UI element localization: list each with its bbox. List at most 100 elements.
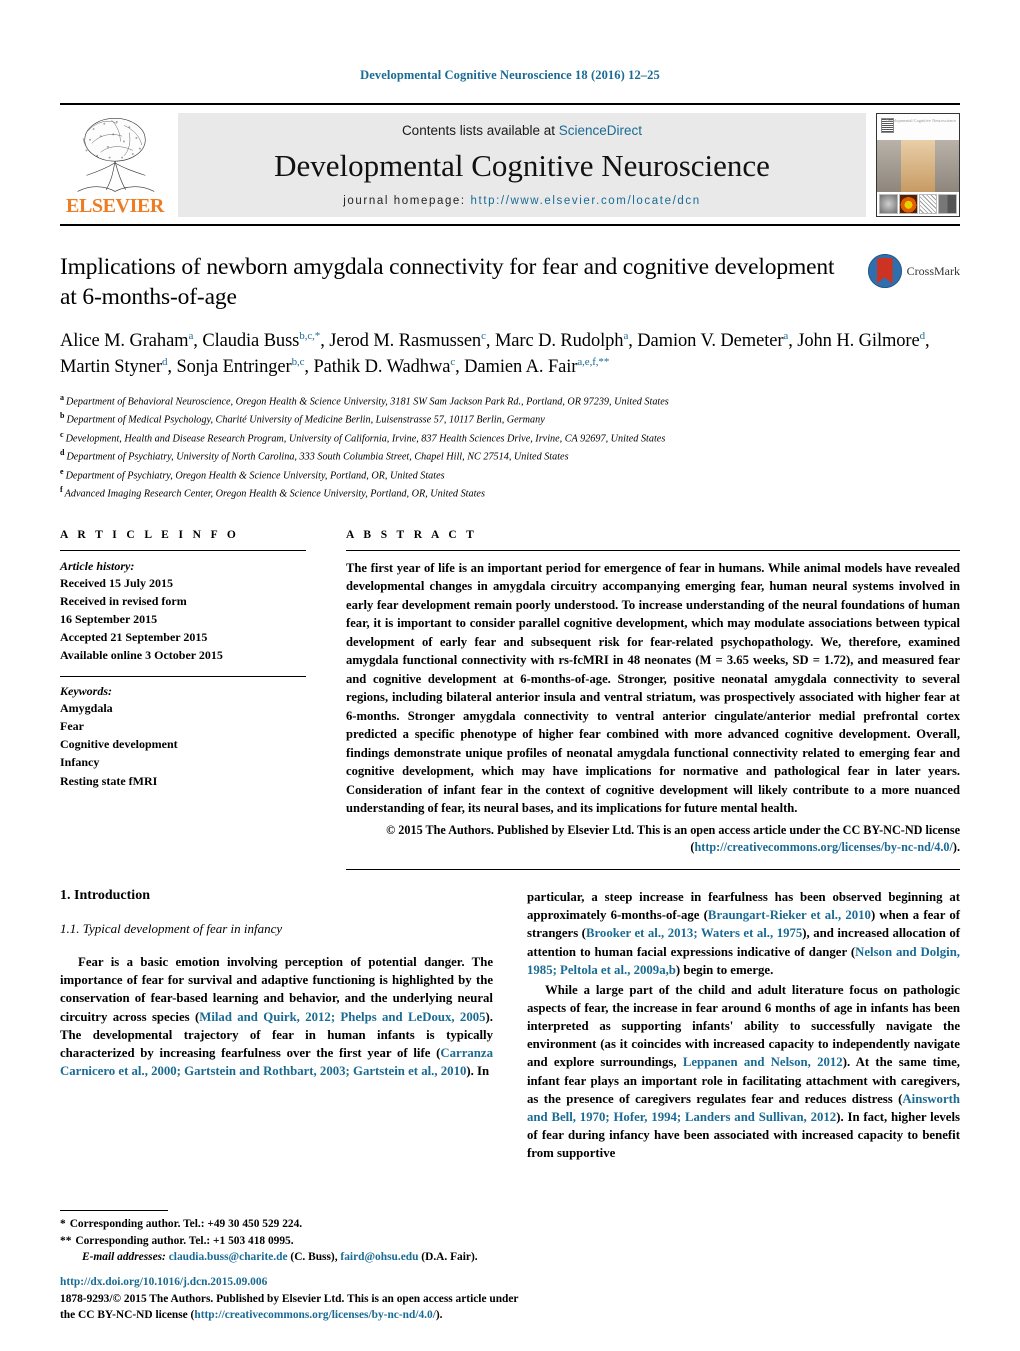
contents-prefix: Contents lists available at <box>401 123 559 138</box>
footnote-mark: ** <box>60 1234 72 1247</box>
affiliation-item: a Department of Behavioral Neuroscience, … <box>60 392 960 411</box>
page-title: Implications of newborn amygdala connect… <box>60 254 835 311</box>
cover-header: Developmental Cognitive Neuroscience <box>877 114 959 140</box>
subsection-heading: 1.1. Typical development of fear in infa… <box>60 921 283 937</box>
info-abstract-row: A R T I C L E I N F O Article history: R… <box>60 528 960 871</box>
affiliation-mark: d <box>60 448 65 458</box>
journal-masthead: ELSEVIER Contents lists available at Sci… <box>60 103 960 218</box>
affiliation-item: c Development, Health and Disease Researc… <box>60 429 960 448</box>
affiliation-text: Advanced Imaging Research Center, Oregon… <box>64 488 485 500</box>
homepage-prefix: journal homepage: <box>343 194 471 207</box>
email-link-buss[interactable]: claudia.buss@charite.de <box>169 1251 288 1263</box>
abstract-copyright: © 2015 The Authors. Published by Elsevie… <box>346 822 960 857</box>
footnote-block: * Corresponding author. Tel.: +49 30 450 … <box>60 1210 498 1265</box>
affiliation-text: Department of Behavioral Neuroscience, O… <box>66 396 669 408</box>
email-owner-fair: (D.A. Fair). <box>421 1250 478 1263</box>
email-owner-buss: (C. Buss), <box>290 1250 338 1263</box>
copyright-tail: ). <box>952 840 960 855</box>
keyword-item: Resting state fMRI <box>60 773 158 788</box>
contents-line: Contents lists available at ScienceDirec… <box>178 123 866 138</box>
article-info-heading: A R T I C L E I N F O <box>60 528 240 541</box>
affiliation-item: f Advanced Imaging Research Center, Orego… <box>60 484 960 503</box>
keywords-divider <box>60 675 306 677</box>
keywords-heading: Keywords: <box>60 683 112 698</box>
paragraph: particular, a steep increase in fearfuln… <box>527 890 961 977</box>
body-column-left: 1. Introduction 1.1. Typical development… <box>60 888 493 1164</box>
paragraph: Fear is a basic emotion involving percep… <box>60 955 493 1078</box>
affiliation-mark: f <box>60 485 63 495</box>
crossmark-badge[interactable]: CrossMark <box>842 252 960 288</box>
crossmark-label: CrossMark <box>906 263 960 278</box>
affiliation-mark: b <box>60 411 65 421</box>
affiliation-mark: a <box>60 392 64 402</box>
cover-face-left <box>877 140 902 192</box>
keyword-item: Fear <box>60 718 84 733</box>
affiliation-item: b Department of Medical Psychology, Chari… <box>60 410 960 429</box>
affiliation-mark: c <box>60 429 64 439</box>
journal-homepage-link[interactable]: http://www.elsevier.com/locate/dcn <box>471 195 701 207</box>
article-info-divider <box>60 549 306 551</box>
body-column-right: particular, a steep increase in fearfuln… <box>527 888 960 1164</box>
page-footer: http://dx.doi.org/10.1016/j.dcn.2015.09.… <box>60 1274 530 1323</box>
affiliation-text: Department of Psychiatry, University of … <box>66 451 569 463</box>
license-link[interactable]: http://creativecommons.org/licenses/by-n… <box>694 840 952 854</box>
cover-brain-3 <box>918 194 938 214</box>
article-history-item: 16 September 2015 <box>60 611 158 626</box>
footnote-mark: * <box>60 1218 66 1231</box>
article-history-heading: Article history: <box>60 558 135 573</box>
cover-brain-strip <box>877 192 959 216</box>
abstract-heading: A B S T R A C T <box>346 528 478 541</box>
corresponding-author-1: * Corresponding author. Tel.: +49 30 450 … <box>60 1216 498 1232</box>
body-columns: 1. Introduction 1.1. Typical development… <box>60 888 960 1164</box>
article-history-item: Received 15 July 2015 <box>60 575 173 590</box>
affiliation-text: Department of Medical Psychology, Charit… <box>66 414 545 426</box>
article-page: Developmental Cognitive Neuroscience 18 … <box>0 0 1020 1351</box>
affiliation-item: d Department of Psychiatry, University of… <box>60 447 960 466</box>
doi-link[interactable]: http://dx.doi.org/10.1016/j.dcn.2015.09.… <box>60 1274 530 1290</box>
cover-face-right <box>934 140 959 192</box>
cover-title-text: Developmental Cognitive Neuroscience <box>885 118 956 123</box>
footer-license-link[interactable]: http://creativecommons.org/licenses/by-n… <box>194 1309 436 1321</box>
keyword-item: Cognitive development <box>60 737 178 752</box>
keyword-item: Infancy <box>60 755 100 770</box>
author-list: Alice M. Grahama, Claudia Bussb,c,*, Jer… <box>60 330 930 378</box>
elsevier-logo: ELSEVIER <box>60 113 170 218</box>
cover-faces-image <box>877 140 959 192</box>
affiliation-text: Development, Health and Disease Research… <box>65 433 666 445</box>
running-head: Developmental Cognitive Neuroscience 18 … <box>360 68 660 82</box>
affiliation-text: Department of Psychiatry, Oregon Health … <box>65 470 445 482</box>
footnote-divider <box>60 1210 168 1212</box>
abstract-text: The first year of life is an important p… <box>346 560 960 816</box>
corresponding-author-2: ** Corresponding author. Tel.: +1 503 418… <box>60 1233 498 1249</box>
email-link-fair[interactable]: faird@ohsu.edu <box>340 1251 418 1263</box>
elsevier-wordmark: ELSEVIER <box>66 195 164 217</box>
affiliation-list: a Department of Behavioral Neuroscience, … <box>60 392 960 503</box>
section-heading-introduction: 1. Introduction <box>60 888 150 904</box>
email-label: E-mail addresses: <box>82 1250 166 1263</box>
abstract-panel: A B S T R A C T The first year of life i… <box>346 528 960 871</box>
article-history-item: Available online 3 October 2015 <box>60 647 223 662</box>
cover-brain-4 <box>938 194 957 214</box>
issn-copyright-line: 1878-9293/© 2015 The Authors. Published … <box>60 1291 530 1323</box>
footnote-text: Corresponding author. Tel.: +1 503 418 0… <box>75 1234 294 1247</box>
affiliation-item: e Department of Psychiatry, Oregon Health… <box>60 466 960 485</box>
article-info-panel: A R T I C L E I N F O Article history: R… <box>60 529 306 870</box>
abstract-bottom-divider <box>346 869 960 871</box>
article-history-item: Accepted 21 September 2015 <box>60 629 208 644</box>
masthead-panel: Contents lists available at ScienceDirec… <box>178 113 866 217</box>
keyword-item: Amygdala <box>60 700 113 715</box>
journal-cover-thumbnail: Developmental Cognitive Neuroscience <box>876 113 960 217</box>
sciencedirect-link[interactable]: ScienceDirect <box>559 123 642 138</box>
cover-brain-1 <box>879 194 898 214</box>
paragraph: While a large part of the child and adul… <box>527 982 960 1161</box>
abstract-divider <box>346 549 960 551</box>
footer-license-tail: ). <box>435 1308 443 1321</box>
journal-title: Developmental Cognitive Neuroscience <box>274 148 770 184</box>
title-block: Implications of newborn amygdala connect… <box>60 252 960 312</box>
cover-brain-2 <box>898 194 918 214</box>
crossmark-icon <box>867 254 902 288</box>
affiliation-mark: e <box>60 466 64 476</box>
masthead-divider <box>60 224 960 226</box>
article-history-item: Received in revised form <box>60 593 187 608</box>
email-addresses: E-mail addresses: claudia.buss@charite.d… <box>60 1249 498 1265</box>
